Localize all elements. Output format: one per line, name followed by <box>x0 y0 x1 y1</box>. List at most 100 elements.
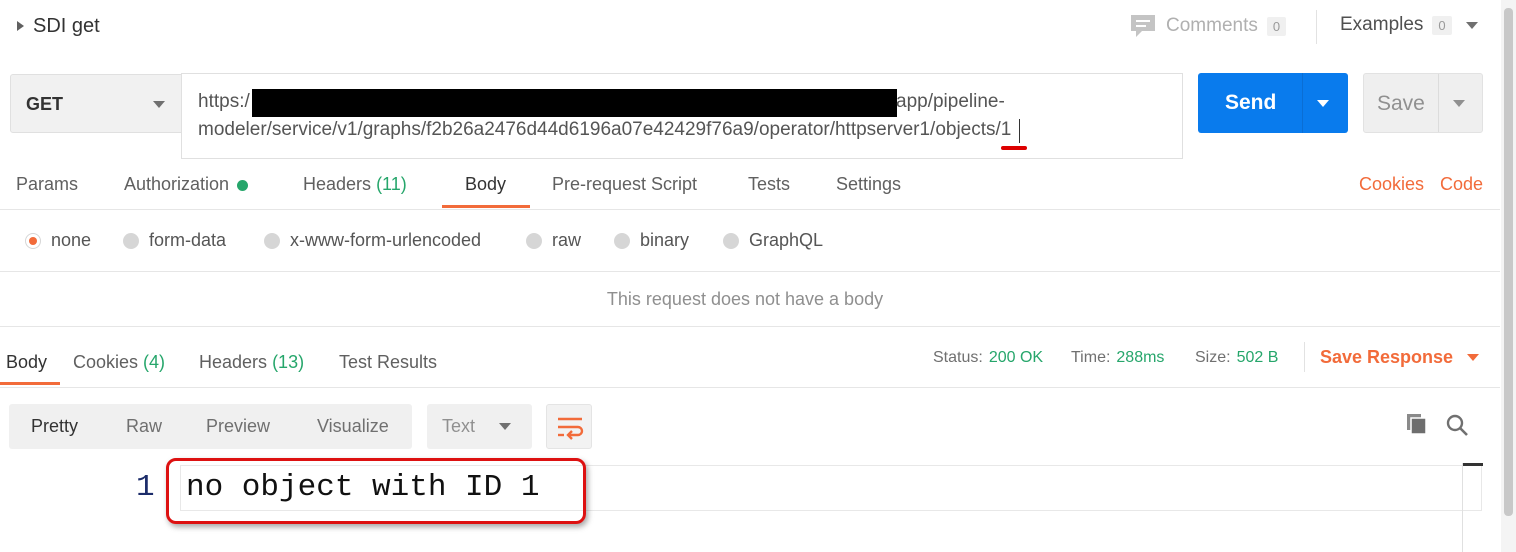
method-select[interactable]: GET <box>10 74 182 133</box>
size-value: 502 B <box>1236 349 1279 366</box>
radio-icon <box>526 232 542 249</box>
annotation-highlight-box <box>166 458 586 524</box>
cookies-link[interactable]: Cookies <box>1359 174 1424 195</box>
tab-body[interactable]: Body <box>465 174 506 195</box>
tab-authorization-label: Authorization <box>124 174 230 194</box>
radio-label: GraphQL <box>749 230 824 250</box>
no-body-message: This request does not have a body <box>606 289 884 309</box>
active-response-tab-indicator <box>0 382 60 385</box>
comment-icon <box>1131 15 1155 37</box>
save-response-dropdown[interactable]: Save Response <box>1320 347 1480 368</box>
annotation-underline <box>1001 146 1027 150</box>
examples-dropdown[interactable]: Examples 0 <box>1340 14 1478 36</box>
wrap-lines-icon <box>558 417 584 440</box>
text-cursor <box>1019 119 1020 143</box>
tab-headers[interactable]: Headers (11) <box>303 174 407 195</box>
tab-pre-request-script[interactable]: Pre-request Script <box>552 174 697 195</box>
radio-label: none <box>51 230 92 250</box>
status-label: Status: <box>933 349 983 366</box>
save-divider <box>1438 74 1439 132</box>
tab-authorization[interactable]: Authorization <box>124 174 249 195</box>
collapse-caret-icon[interactable] <box>17 21 24 31</box>
code-link[interactable]: Code <box>1440 174 1483 195</box>
radio-label: x-www-form-urlencoded <box>290 230 482 250</box>
radio-selected-icon <box>25 232 41 249</box>
divider <box>0 387 1500 388</box>
divider <box>0 326 1500 327</box>
radio-raw[interactable]: raw <box>526 230 581 251</box>
scrollbar-marker <box>1463 463 1483 466</box>
radio-icon <box>264 232 280 249</box>
tab-params[interactable]: Params <box>16 174 78 195</box>
request-title[interactable]: SDI get <box>33 15 100 38</box>
status-divider <box>1304 342 1305 372</box>
save-options-chevron-icon[interactable] <box>1453 100 1465 107</box>
response-headers-count: (13) <box>272 352 305 372</box>
url-text-start: https:/ <box>198 91 250 112</box>
view-raw[interactable]: Raw <box>126 416 162 437</box>
comments-button[interactable]: Comments 0 <box>1130 14 1287 38</box>
radio-graphql[interactable]: GraphQL <box>723 230 823 251</box>
time-value: 288ms <box>1116 349 1165 366</box>
method-value: GET <box>26 94 64 114</box>
status-value: 200 OK <box>988 349 1044 366</box>
copy-icon[interactable] <box>1405 412 1429 436</box>
chevron-down-icon <box>1465 21 1478 29</box>
tab-settings[interactable]: Settings <box>836 174 901 195</box>
scrollbar-thumb[interactable] <box>1504 8 1513 516</box>
comments-label: Comments <box>1166 15 1258 36</box>
response-tab-cookies[interactable]: Cookies (4) <box>73 352 165 373</box>
size-readout: Size: 502 B <box>1195 349 1278 367</box>
radio-binary[interactable]: binary <box>614 230 689 251</box>
header-divider <box>1316 10 1317 44</box>
response-tab-cookies-label: Cookies <box>73 352 139 372</box>
status-readout: Status: 200 OK <box>933 349 1043 367</box>
response-tab-headers[interactable]: Headers (13) <box>199 352 304 373</box>
radio-label: binary <box>640 230 690 250</box>
send-options-chevron-icon[interactable] <box>1317 100 1329 107</box>
send-label: Send <box>1225 91 1277 114</box>
radio-icon <box>723 232 739 249</box>
tab-tests[interactable]: Tests <box>748 174 790 195</box>
line-number: 1 <box>136 470 155 505</box>
radio-label: raw <box>552 230 582 250</box>
search-icon[interactable] <box>1445 413 1469 437</box>
view-pretty[interactable]: Pretty <box>31 416 78 437</box>
url-text-end: app/pipeline- <box>896 91 1005 112</box>
url-input[interactable]: https:/ app/pipeline- modeler/service/v1… <box>181 73 1183 159</box>
status-dot-icon <box>237 179 249 191</box>
radio-none[interactable]: none <box>25 230 91 251</box>
radio-icon <box>614 232 630 249</box>
time-readout: Time: 288ms <box>1071 349 1164 367</box>
save-button[interactable]: Save <box>1363 73 1483 133</box>
headers-count: (11) <box>376 174 407 194</box>
size-label: Size: <box>1195 349 1231 366</box>
radio-label: form-data <box>149 230 227 250</box>
radio-x-www-form-urlencoded[interactable]: x-www-form-urlencoded <box>264 230 481 251</box>
save-label: Save <box>1377 92 1425 115</box>
page-scrollbar[interactable] <box>1501 0 1516 552</box>
redaction-bar <box>252 89 897 117</box>
time-label: Time: <box>1071 349 1111 366</box>
radio-form-data[interactable]: form-data <box>123 230 226 251</box>
divider <box>0 271 1500 272</box>
view-visualize[interactable]: Visualize <box>317 416 389 437</box>
chevron-down-icon <box>153 101 165 108</box>
comments-count-badge: 0 <box>1266 16 1287 36</box>
send-button[interactable]: Send <box>1198 73 1348 133</box>
response-tab-test-results[interactable]: Test Results <box>339 352 437 373</box>
examples-label: Examples <box>1340 14 1424 35</box>
url-text-line2: modeler/service/v1/graphs/f2b26a2476d44d… <box>198 119 1012 140</box>
editor-scrollbar[interactable] <box>1462 463 1483 552</box>
radio-icon <box>123 232 139 249</box>
response-tab-body[interactable]: Body <box>6 352 47 373</box>
divider <box>0 209 1500 210</box>
response-tab-headers-label: Headers <box>199 352 268 372</box>
format-select[interactable]: Text <box>427 404 532 449</box>
response-view-toggle: Pretty Raw Preview Visualize <box>9 404 412 449</box>
format-value: Text <box>442 416 476 436</box>
view-preview[interactable]: Preview <box>206 416 270 437</box>
wrap-lines-button[interactable] <box>546 404 592 449</box>
send-divider <box>1302 73 1303 133</box>
examples-count-badge: 0 <box>1432 15 1452 35</box>
